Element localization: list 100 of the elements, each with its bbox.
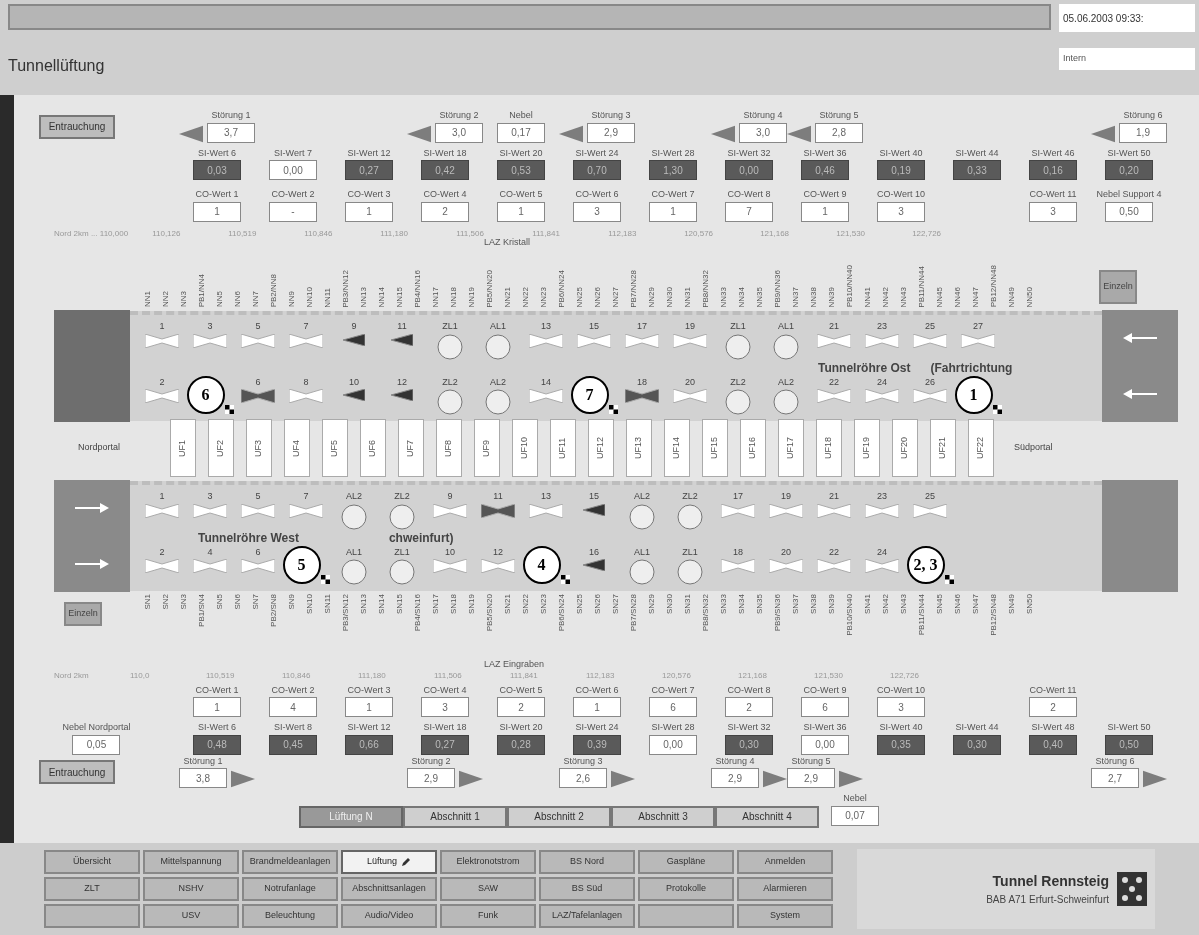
sensor-icon[interactable] bbox=[485, 389, 511, 415]
fan-icon[interactable] bbox=[913, 389, 947, 403]
fan-icon[interactable] bbox=[817, 559, 851, 573]
fan-icon[interactable] bbox=[865, 559, 899, 573]
nav-button[interactable]: System bbox=[737, 904, 833, 928]
fan-icon[interactable] bbox=[577, 333, 611, 348]
nav-button[interactable]: BS Nord bbox=[539, 850, 635, 874]
fan-icon[interactable] bbox=[289, 333, 323, 348]
nav-button[interactable]: BS Süd bbox=[539, 877, 635, 901]
fan-icon[interactable] bbox=[625, 333, 659, 348]
fan-icon[interactable] bbox=[241, 389, 275, 403]
nav-button[interactable]: Übersicht bbox=[44, 850, 140, 874]
fan-icon[interactable] bbox=[145, 503, 179, 518]
nav-button[interactable]: Audio/Video bbox=[341, 904, 437, 928]
nav-button[interactable]: NSHV bbox=[143, 877, 239, 901]
smoke-extraction-button[interactable]: Entrauchung bbox=[39, 760, 115, 784]
fan-icon[interactable] bbox=[193, 559, 227, 573]
smoke-extraction-button[interactable]: Entrauchung bbox=[39, 114, 115, 139]
fan-icon[interactable] bbox=[817, 333, 851, 348]
sensor-icon[interactable] bbox=[437, 333, 463, 360]
nav-button[interactable]: Abschnittsanlagen bbox=[341, 877, 437, 901]
fan-icon[interactable] bbox=[817, 389, 851, 403]
nav-button[interactable]: ZLT bbox=[44, 877, 140, 901]
fan-icon[interactable] bbox=[673, 333, 707, 348]
sensor-icon[interactable] bbox=[677, 503, 703, 530]
fan-icon[interactable] bbox=[289, 503, 323, 518]
sensor-icon[interactable] bbox=[485, 333, 511, 360]
sensor-icon[interactable] bbox=[725, 333, 751, 360]
fan-icon[interactable] bbox=[433, 503, 467, 518]
nav-button[interactable]: USV bbox=[143, 904, 239, 928]
nav-button[interactable]: LAZ/Tafelanlagen bbox=[539, 904, 635, 928]
nav-button[interactable] bbox=[638, 904, 734, 928]
section-tab[interactable]: Abschnitt 3 bbox=[611, 805, 715, 828]
fan-icon[interactable] bbox=[865, 389, 899, 403]
jet-fan-icon[interactable] bbox=[583, 503, 605, 516]
fan-icon[interactable] bbox=[721, 503, 755, 518]
sensor-icon[interactable] bbox=[389, 503, 415, 530]
nav-button[interactable]: Beleuchtung bbox=[242, 904, 338, 928]
fan-icon[interactable] bbox=[721, 559, 755, 573]
fan-icon[interactable] bbox=[913, 333, 947, 348]
station-marker: 110,519 bbox=[206, 669, 236, 682]
fan-icon[interactable] bbox=[241, 333, 275, 348]
sensor-icon[interactable] bbox=[437, 389, 463, 415]
value-label: SI-Wert 18 bbox=[423, 146, 467, 160]
fan-icon[interactable] bbox=[241, 559, 275, 573]
jet-fan-icon[interactable] bbox=[391, 389, 413, 401]
fan-icon[interactable] bbox=[961, 333, 995, 348]
jet-fan-icon[interactable] bbox=[583, 559, 605, 571]
jet-fan-icon[interactable] bbox=[343, 333, 365, 346]
fan-icon[interactable] bbox=[145, 333, 179, 348]
fan-icon[interactable] bbox=[241, 503, 275, 518]
sensor-icon[interactable] bbox=[725, 389, 751, 415]
fan-icon[interactable] bbox=[193, 503, 227, 518]
fan-icon[interactable] bbox=[625, 389, 659, 403]
jet-fan-icon[interactable] bbox=[391, 333, 413, 346]
sensor-icon[interactable] bbox=[389, 559, 415, 585]
section-tab[interactable]: Abschnitt 1 bbox=[403, 805, 507, 828]
nav-button[interactable]: Anmelden bbox=[737, 850, 833, 874]
value-label: SI-Wert 28 bbox=[651, 146, 695, 160]
fan-icon[interactable] bbox=[865, 503, 899, 518]
nav-button[interactable]: SAW bbox=[440, 877, 536, 901]
fan-icon[interactable] bbox=[481, 559, 515, 573]
nav-button[interactable]: Notrufanlage bbox=[242, 877, 338, 901]
nav-button[interactable]: Elektronotstrom bbox=[440, 850, 536, 874]
sensor-icon[interactable] bbox=[629, 503, 655, 530]
fan-icon[interactable] bbox=[817, 503, 851, 518]
sensor-icon[interactable] bbox=[677, 559, 703, 585]
fan-icon[interactable] bbox=[145, 559, 179, 573]
fan-icon[interactable] bbox=[529, 333, 563, 348]
mode-button[interactable]: Einzeln bbox=[1099, 269, 1137, 304]
sensor-icon[interactable] bbox=[629, 559, 655, 585]
section-tab[interactable]: Abschnitt 4 bbox=[715, 805, 819, 828]
fan-icon[interactable] bbox=[769, 559, 803, 573]
fan-icon[interactable] bbox=[913, 503, 947, 518]
sensor-icon[interactable] bbox=[773, 333, 799, 360]
jet-fan-icon[interactable] bbox=[343, 389, 365, 401]
sensor-icon[interactable] bbox=[773, 389, 799, 415]
fan-icon[interactable] bbox=[193, 333, 227, 348]
nav-button[interactable]: Gaspläne bbox=[638, 850, 734, 874]
nav-button[interactable]: Lüftung bbox=[341, 850, 437, 874]
nav-button[interactable]: Protokolle bbox=[638, 877, 734, 901]
nav-button[interactable] bbox=[44, 904, 140, 928]
fan-icon[interactable] bbox=[433, 559, 467, 573]
value-label: CO-Wert 1 bbox=[195, 188, 239, 201]
sensor-icon[interactable] bbox=[341, 503, 367, 530]
nav-button[interactable]: Alarmieren bbox=[737, 877, 833, 901]
section-tab[interactable]: Abschnitt 2 bbox=[507, 805, 611, 828]
fan-icon[interactable] bbox=[529, 389, 563, 403]
fan-icon[interactable] bbox=[289, 389, 323, 403]
nav-button[interactable]: Funk bbox=[440, 904, 536, 928]
nav-button[interactable]: Mittelspannung bbox=[143, 850, 239, 874]
mode-button[interactable]: Einzeln bbox=[64, 601, 102, 626]
fan-icon[interactable] bbox=[769, 503, 803, 518]
fan-icon[interactable] bbox=[673, 389, 707, 403]
fan-icon[interactable] bbox=[529, 503, 563, 518]
fan-icon[interactable] bbox=[865, 333, 899, 348]
fan-icon[interactable] bbox=[481, 503, 515, 518]
fan-icon[interactable] bbox=[145, 389, 179, 403]
nav-button[interactable]: Brandmeldeanlagen bbox=[242, 850, 338, 874]
sensor-icon[interactable] bbox=[341, 559, 367, 585]
